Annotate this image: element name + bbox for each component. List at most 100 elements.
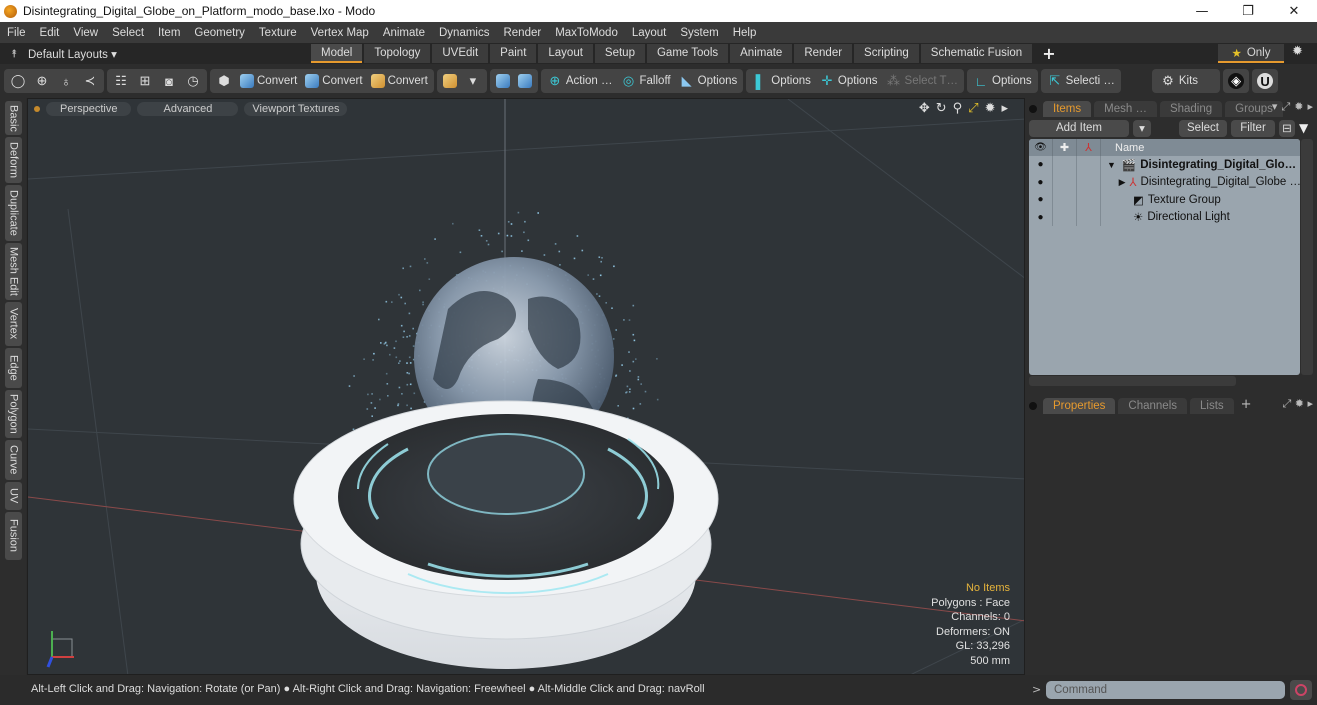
lock-column-header[interactable]: ✚ [1053, 139, 1077, 156]
menu-render[interactable]: Render [496, 27, 548, 39]
tab-items[interactable]: Items [1043, 101, 1092, 117]
unity-button[interactable]: ◈ [1224, 70, 1248, 92]
record-button[interactable] [1290, 680, 1312, 700]
select-material-button[interactable]: ◙ [157, 70, 181, 92]
pan-icon[interactable]: ✥ [919, 101, 930, 116]
select-item-button[interactable]: ◷ [181, 70, 205, 92]
eye-icon[interactable]: ● [1037, 212, 1043, 223]
selection-button[interactable]: ⇱ Selecti … [1043, 70, 1119, 92]
tree-vertical-scrollbar[interactable] [1301, 139, 1313, 375]
workplane-button[interactable] [514, 70, 536, 92]
close-button[interactable]: ✕ [1271, 0, 1317, 22]
menu-view[interactable]: View [66, 27, 105, 39]
funnel-filter-icon[interactable]: ▼ [1299, 121, 1315, 135]
falloff-button[interactable]: ◎ Falloff [617, 70, 675, 92]
menu-item[interactable]: Item [151, 27, 187, 39]
rotate-icon[interactable]: ↻ [936, 101, 947, 116]
options-button-2[interactable]: ▌ Options [748, 70, 815, 92]
select-tool-button[interactable]: ⁂ Select T… [882, 70, 962, 92]
convert-button-2[interactable]: Convert [301, 70, 366, 92]
side-tab-edge[interactable]: Edge [5, 348, 22, 388]
select-globe-button[interactable]: ⊕ [30, 70, 54, 92]
tab-paint[interactable]: Paint [490, 44, 537, 63]
maximize-icon[interactable]: ⤢ [968, 101, 978, 116]
tab-model[interactable]: Model [311, 44, 363, 63]
panel-menu-dot[interactable] [1029, 402, 1037, 410]
viewport-gear-icon[interactable]: ✹ [985, 101, 996, 116]
tab-scripting[interactable]: Scripting [854, 44, 919, 63]
tree-row[interactable]: ● ◩ Texture Group [1029, 191, 1300, 209]
menu-vertex-map[interactable]: Vertex Map [304, 27, 376, 39]
maximize-panel-icon[interactable]: ⤢ [1281, 100, 1290, 114]
tab-shading[interactable]: Shading [1159, 101, 1223, 117]
tab-schematic-fusion[interactable]: Schematic Fusion [920, 44, 1033, 63]
tree-horizontal-scrollbar[interactable] [1029, 376, 1236, 386]
menu-select[interactable]: Select [105, 27, 151, 39]
only-toggle[interactable]: ★ Only [1218, 44, 1284, 63]
layouts-dropdown[interactable]: Default Layouts ▾ [28, 47, 311, 61]
dropdown-icon[interactable]: ▾ [1272, 100, 1278, 114]
add-layout-button[interactable]: + [1042, 44, 1055, 63]
mesh-cube-button[interactable] [439, 70, 461, 92]
3d-viewport[interactable]: Perspective Advanced Viewport Textures ✥… [27, 98, 1025, 675]
menu-layout[interactable]: Layout [625, 27, 674, 39]
symmetry-button[interactable] [492, 70, 514, 92]
restore-button[interactable]: ❐ [1225, 0, 1271, 22]
menu-system[interactable]: System [673, 27, 725, 39]
side-tab-uv[interactable]: UV [5, 482, 22, 510]
convert-button-1[interactable]: Convert [236, 70, 301, 92]
shield-button[interactable]: ⬢ [212, 70, 236, 92]
menu-geometry[interactable]: Geometry [187, 27, 252, 39]
panel-menu-dot[interactable] [1029, 105, 1037, 113]
unreal-button[interactable]: U [1253, 70, 1277, 92]
settings-gear-icon[interactable]: ✹ [1292, 44, 1303, 59]
menu-maxtomodo[interactable]: MaxToModo [548, 27, 625, 39]
viewport-textures-button[interactable]: Viewport Textures [244, 101, 348, 116]
action-center-button[interactable]: ⊕ Action … [543, 70, 617, 92]
viewport-menu-dot[interactable] [34, 105, 40, 112]
eye-icon[interactable]: ● [1037, 177, 1043, 188]
options-button-1[interactable]: ◣ Options [675, 70, 742, 92]
tab-layout[interactable]: Layout [538, 44, 593, 63]
side-tab-mesh-edit[interactable]: Mesh Edit [5, 243, 22, 300]
filter-button[interactable]: Filter [1231, 119, 1275, 137]
side-tab-curve[interactable]: Curve [5, 440, 22, 480]
properties-panel-icons[interactable]: ⤢ ✹ ▸ [1282, 397, 1313, 411]
command-input[interactable]: Command [1046, 681, 1285, 699]
select-vertices-button[interactable]: ◯ [6, 70, 30, 92]
tab-render[interactable]: Render [794, 44, 853, 63]
expand-triangle-icon[interactable]: ▼ [1101, 160, 1116, 170]
panel-gear-icon[interactable]: ✹ [1294, 100, 1303, 114]
tree-row[interactable]: ● ▼ 🎬 Disintegrating_Digital_Glo… [1029, 156, 1300, 174]
visibility-column-header[interactable]: 👁 [1029, 139, 1053, 156]
collapse-button[interactable]: ⊟ [1279, 119, 1295, 137]
menu-animate[interactable]: Animate [376, 27, 432, 39]
dropdown-button[interactable]: ▾ [461, 70, 485, 92]
render-column-header[interactable]: ⅄ [1077, 139, 1101, 156]
side-tab-fusion[interactable]: Fusion [5, 512, 22, 560]
options-button-3[interactable]: ✛ Options [815, 70, 882, 92]
tab-topology[interactable]: Topology [364, 44, 431, 63]
select-polygons-button[interactable]: ☷ [109, 70, 133, 92]
tab-animate[interactable]: Animate [730, 44, 793, 63]
shading-advanced-button[interactable]: Advanced [137, 101, 239, 116]
tab-lists[interactable]: Lists [1190, 398, 1234, 414]
menu-help[interactable]: Help [726, 27, 764, 39]
kits-button[interactable]: ⚙ Kits [1156, 70, 1202, 92]
select-pen-button[interactable]: ♁ [54, 70, 78, 92]
eye-icon[interactable]: ● [1037, 194, 1043, 205]
add-item-button[interactable]: Add Item [1029, 119, 1129, 137]
tab-channels[interactable]: Channels [1118, 398, 1188, 414]
expand-triangle-icon[interactable]: ▶ [1101, 177, 1126, 188]
side-tab-basic[interactable]: Basic [5, 101, 22, 135]
select-uv-button[interactable]: ⊞ [133, 70, 157, 92]
eye-icon[interactable]: ● [1037, 159, 1043, 170]
tree-row[interactable]: ● ▶ ⅄ Disintegrating_Digital_Globe … [1029, 173, 1300, 191]
menu-texture[interactable]: Texture [252, 27, 304, 39]
tab-mesh[interactable]: Mesh … [1094, 101, 1157, 117]
tree-row[interactable]: ● ☀ Directional Light [1029, 208, 1300, 226]
side-tab-polygon[interactable]: Polygon [5, 390, 22, 438]
menu-edit[interactable]: Edit [33, 27, 67, 39]
minimize-button[interactable]: — [1179, 0, 1225, 22]
side-tab-duplicate[interactable]: Duplicate [5, 185, 22, 241]
